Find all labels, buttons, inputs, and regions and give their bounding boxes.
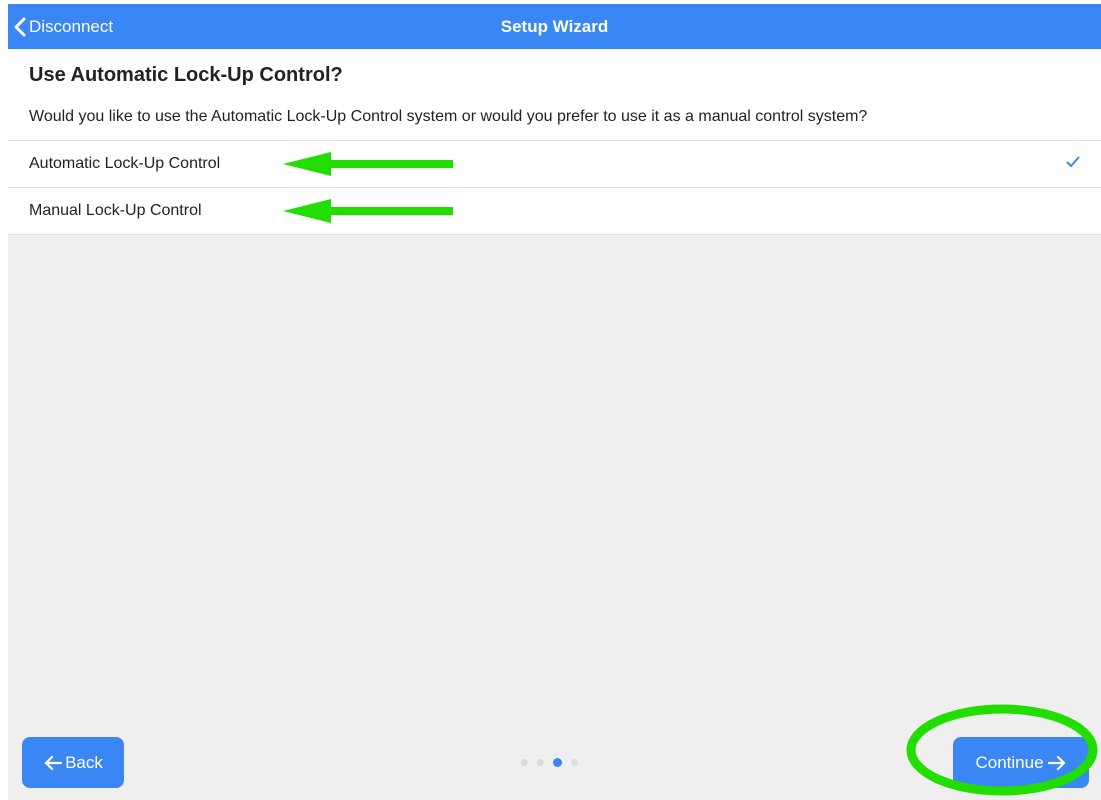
chevron-left-icon (14, 17, 26, 36)
question-description: Would you like to use the Automatic Lock… (29, 108, 868, 125)
annotation-arrow-icon (283, 152, 453, 176)
navigation-bar: Disconnect Setup Wizard (8, 4, 1101, 49)
checkmark-icon (1066, 156, 1080, 167)
annotation-arrow-icon (283, 199, 453, 223)
divider (8, 234, 1101, 235)
arrow-left-icon (44, 755, 63, 770)
page-dot (571, 758, 578, 766)
option-manual-lock-up-control[interactable]: Manual Lock-Up Control (8, 187, 1101, 234)
continue-label: Continue (975, 752, 1044, 772)
option-label: Manual Lock-Up Control (29, 202, 202, 219)
question-title: Use Automatic Lock-Up Control? (29, 64, 343, 86)
page-dot (521, 758, 528, 766)
continue-button[interactable]: Continue (953, 737, 1089, 788)
page-indicator (521, 757, 587, 767)
page-dot (537, 758, 544, 766)
page-title: Setup Wizard (500, 17, 609, 36)
disconnect-label: Disconnect (29, 16, 114, 36)
wizard-content: Use Automatic Lock-Up Control? Would you… (8, 49, 1101, 800)
arrow-right-icon (1047, 755, 1065, 770)
back-button[interactable]: Back (22, 737, 124, 788)
option-automatic-lock-up-control[interactable]: Automatic Lock-Up Control (8, 140, 1101, 187)
option-label: Automatic Lock-Up Control (29, 155, 221, 172)
question-panel: Use Automatic Lock-Up Control? Would you… (8, 49, 1101, 235)
back-label: Back (65, 752, 103, 772)
page-dot-active (553, 757, 562, 767)
disconnect-button[interactable]: Disconnect (14, 4, 113, 49)
